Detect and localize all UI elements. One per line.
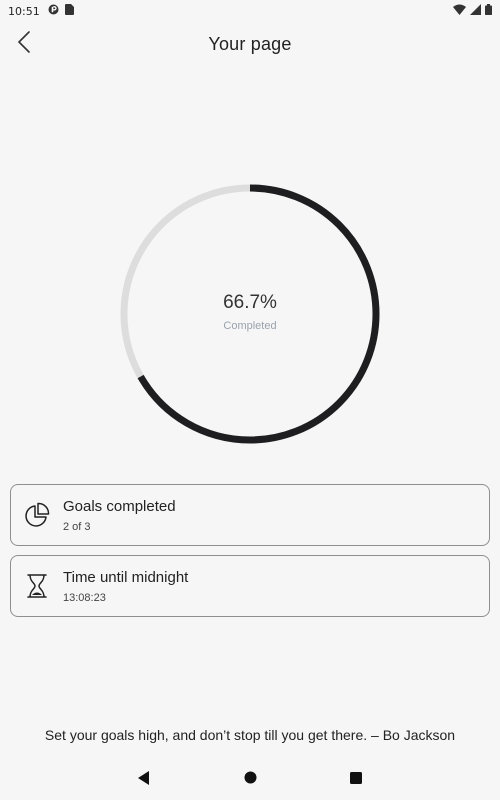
time-until-midnight-card[interactable]: Time until midnight 13:08:23 — [10, 555, 490, 617]
nav-back-icon — [138, 770, 150, 790]
progress-caption: Completed — [223, 320, 277, 332]
app-bar: Your page — [0, 22, 500, 66]
motivational-quote: Set your goals high, and don’t stop till… — [44, 727, 456, 743]
back-button[interactable] — [8, 28, 40, 60]
sim-card-icon — [64, 4, 74, 18]
status-icons-right — [453, 4, 492, 18]
nav-back-button[interactable] — [132, 768, 156, 792]
progress-percent: 66.7% — [223, 292, 277, 313]
card-subtitle: 13:08:23 — [63, 591, 106, 604]
nav-home-icon — [244, 771, 257, 789]
back-arrow-icon — [17, 30, 31, 58]
app-notification-icon — [48, 4, 59, 18]
card-title: Time until midnight — [63, 568, 189, 586]
nav-home-button[interactable] — [238, 768, 262, 792]
wifi-icon — [453, 4, 466, 18]
progress-center: 66.7% Completed — [119, 183, 381, 445]
card-subtitle: 2 of 3 — [63, 520, 91, 533]
status-time: 10:51 — [8, 4, 40, 18]
status-icons-left — [48, 4, 74, 18]
pie-chart-icon — [11, 485, 63, 545]
cell-signal-icon — [470, 4, 481, 18]
goals-completed-card[interactable]: Goals completed 2 of 3 — [10, 484, 490, 546]
card-title: Goals completed — [63, 497, 176, 515]
system-navigation-bar — [0, 760, 500, 800]
battery-icon — [485, 4, 492, 18]
status-bar: 10:51 — [0, 0, 500, 22]
page-title: Your page — [208, 33, 292, 54]
nav-recents-icon — [350, 771, 362, 789]
hourglass-icon — [11, 556, 63, 616]
nav-recents-button[interactable] — [344, 768, 368, 792]
progress-ring: 66.7% Completed — [119, 183, 381, 445]
